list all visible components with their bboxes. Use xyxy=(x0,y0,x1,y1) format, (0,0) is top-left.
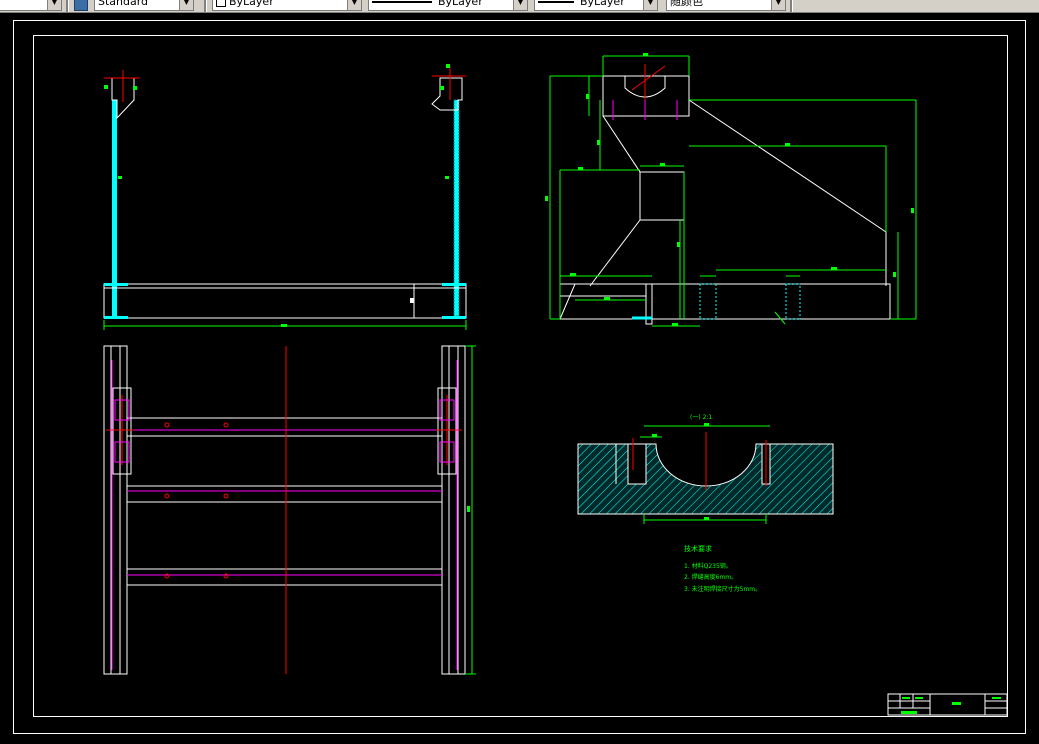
right-column-cap xyxy=(431,77,463,111)
text-style-value: Standard xyxy=(98,0,149,8)
title-block xyxy=(887,693,1008,716)
lineweight-value: ByLayer xyxy=(580,0,625,8)
side-view xyxy=(559,64,891,325)
linetype-preview xyxy=(372,1,432,3)
model-space-canvas[interactable]: (一) 2:1 技术要求 1. 材料Q235钢。 2. 焊缝高度6mm。 3. … xyxy=(0,13,1039,740)
color-swatch-icon xyxy=(216,0,226,7)
plan-view xyxy=(103,345,466,675)
detail-view: (一) 2:1 xyxy=(577,414,834,524)
inner-frame xyxy=(33,35,1008,717)
side-view-dimensions xyxy=(549,55,917,327)
toolbar-separator xyxy=(66,0,69,12)
lineweight-combo[interactable]: ByLayer ▼ xyxy=(534,0,658,11)
note-line-1: 1. 材料Q235钢。 xyxy=(684,563,732,570)
combo-arrow-icon: ▼ xyxy=(347,0,361,10)
sheet-border xyxy=(13,20,1026,734)
front-view xyxy=(103,64,467,330)
note-line-2: 2. 焊缝高度6mm。 xyxy=(684,574,738,581)
linetype-value: ByLayer xyxy=(438,0,483,8)
text-style-combo[interactable]: Standard ▼ xyxy=(94,0,194,11)
plan-view-details xyxy=(106,345,476,675)
color-value: ByLayer xyxy=(229,0,274,8)
text-style-icon[interactable] xyxy=(74,0,88,11)
note-line-3: 3. 未注明焊接尺寸为5mm。 xyxy=(684,586,762,593)
combo-arrow-icon: ▼ xyxy=(771,0,785,10)
toolbar-separator xyxy=(790,0,793,12)
cad-drawing[interactable]: (一) 2:1 xyxy=(0,13,1039,740)
side-view-dim-texts xyxy=(545,53,914,326)
detail-label: (一) 2:1 xyxy=(690,414,712,421)
toolbar-separator xyxy=(204,0,207,12)
notes-title: 技术要求 xyxy=(684,545,712,553)
previous-combo[interactable]: ▼ xyxy=(0,0,62,11)
color-combo[interactable]: ByLayer ▼ xyxy=(212,0,362,11)
combo-arrow-icon: ▼ xyxy=(643,0,657,10)
linetype-combo[interactable]: ByLayer ▼ xyxy=(368,0,528,11)
combo-arrow-icon: ▼ xyxy=(179,0,193,10)
lineweight-preview xyxy=(538,1,574,3)
plot-style-combo[interactable]: 随颜色 ▼ xyxy=(666,0,786,11)
properties-toolbar: ▼ Standard ▼ ByLayer ▼ ByLayer ▼ ByLayer… xyxy=(0,0,1039,13)
combo-arrow-icon: ▼ xyxy=(513,0,527,10)
combo-arrow-icon: ▼ xyxy=(47,0,61,10)
plot-style-value: 随颜色 xyxy=(670,0,703,8)
